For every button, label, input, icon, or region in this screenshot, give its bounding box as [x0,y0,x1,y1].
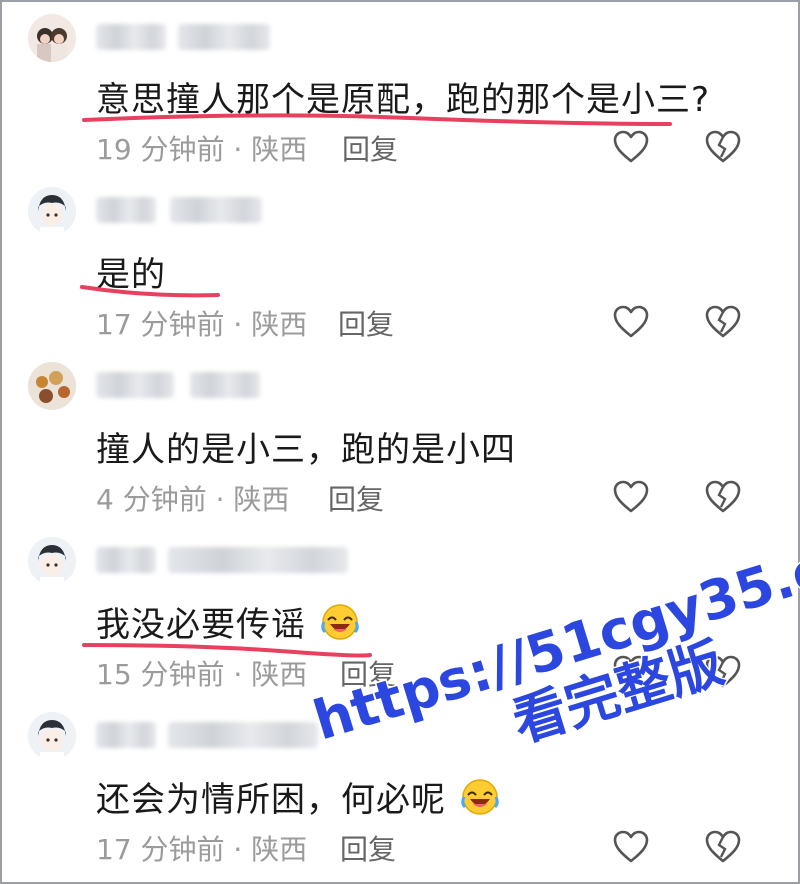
laugh-cry-emoji-icon [321,604,359,640]
comment-timestamp: 17 分钟前 · 陕西 [96,308,308,341]
comment-timestamp: 15 分钟前 · 陕西 [96,658,308,691]
reply-button[interactable]: 回复 [338,303,394,343]
broken-heart-dislike-icon[interactable] [703,477,743,517]
username-blurred [96,197,156,223]
reply-button[interactable]: 回复 [340,828,396,868]
username-blurred [96,24,166,50]
avatar[interactable] [28,187,76,235]
username-blurred [96,722,156,748]
avatar[interactable] [28,712,76,760]
comment-text: 撞人的是小三，跑的是小四 [96,430,516,470]
heart-like-icon[interactable] [611,302,651,342]
reply-button[interactable]: 回复 [340,653,396,693]
comment-timestamp: 19 分钟前 · 陕西 [96,133,308,166]
reply-button[interactable]: 回复 [328,478,384,518]
broken-heart-dislike-icon[interactable] [703,302,743,342]
broken-heart-dislike-icon[interactable] [703,652,743,692]
username-blurred [190,372,260,398]
heart-like-icon[interactable] [611,477,651,517]
avatar[interactable] [28,14,76,62]
username-blurred [168,547,348,573]
avatar[interactable] [28,537,76,585]
heart-like-icon[interactable] [611,827,651,867]
reply-button[interactable]: 回复 [342,128,398,168]
red-underline [80,285,220,298]
heart-like-icon[interactable] [611,652,651,692]
username-blurred [168,722,318,748]
broken-heart-dislike-icon[interactable] [703,827,743,867]
username-blurred [170,197,262,223]
username-blurred [178,24,270,50]
comment-text: 还会为情所困，何必呢 [96,772,500,821]
username-blurred [96,372,174,398]
username-blurred [96,547,156,573]
laugh-cry-emoji-icon [461,779,499,815]
comment-text-content: 还会为情所困，何必呢 [96,780,446,820]
red-underline [82,113,672,126]
broken-heart-dislike-icon[interactable] [703,127,743,167]
comment-timestamp: 4 分钟前 · 陕西 [96,483,290,516]
comment-timestamp: 17 分钟前 · 陕西 [96,833,308,866]
avatar[interactable] [28,362,76,410]
heart-like-icon[interactable] [611,127,651,167]
